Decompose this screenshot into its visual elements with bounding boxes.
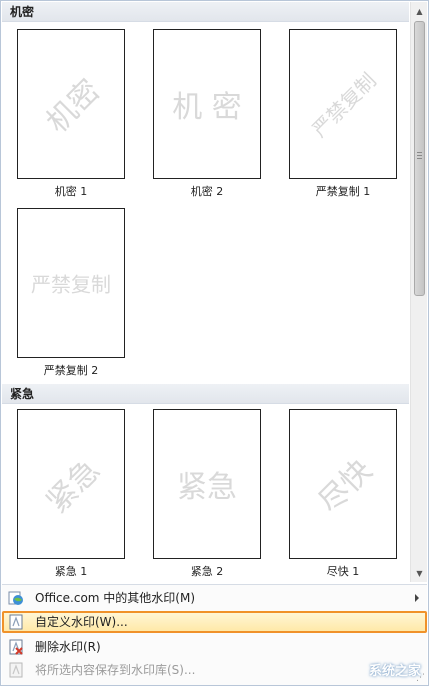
watermark-preview-text: 紧急: [39, 452, 108, 521]
watermark-thumb-urgent-1[interactable]: 紧急 紧急 1: [11, 409, 131, 578]
submenu-arrow-icon: [415, 594, 419, 602]
watermark-preview-text: 机 密: [172, 90, 242, 125]
watermark-gallery: 机密 机密 机密 1 机 密 机密 2 严禁复制 严禁复制 1 严禁复制 严禁复…: [2, 2, 409, 582]
scroll-up-arrow-icon[interactable]: ▲: [412, 3, 427, 20]
scroll-down-arrow-icon[interactable]: ▼: [412, 565, 427, 582]
resize-grip-icon[interactable]: ⋰: [416, 673, 425, 683]
watermark-preview-text: 机密: [39, 72, 108, 141]
thumb-caption: 紧急 2: [190, 565, 224, 578]
watermark-preview-text: 尽快: [311, 452, 380, 521]
thumb-page: 机 密: [153, 29, 261, 179]
grip-line: [417, 152, 422, 153]
thumb-caption: 严禁复制 2: [43, 364, 99, 377]
menu-item-office-more-watermarks[interactable]: Office.com 中的其他水印(M): [2, 587, 427, 609]
menu-item-custom-watermark[interactable]: 自定义水印(W)...: [2, 611, 427, 633]
thumb-caption: 严禁复制 1: [315, 185, 371, 198]
thumb-caption: 机密 2: [190, 185, 224, 198]
thumb-caption: 紧急 1: [54, 565, 88, 578]
site-watermark-logo: 系统之家: [368, 664, 421, 679]
grip-line: [417, 155, 422, 156]
menu-item-label: 删除水印(R): [35, 640, 101, 654]
watermark-preview-text: 严禁复制: [31, 272, 111, 297]
grip-line: [417, 158, 422, 159]
watermark-thumb-confidential-2[interactable]: 机 密 机密 2: [147, 29, 267, 198]
menu-item-save-selection-to-gallery[interactable]: 将所选内容保存到水印库(S)...: [2, 659, 427, 681]
menu-item-label: 将所选内容保存到水印库(S)...: [35, 663, 196, 677]
office-globe-icon: [8, 591, 23, 605]
thumb-page: 紧急: [153, 409, 261, 559]
menu-item-label: 自定义水印(W)...: [35, 615, 128, 629]
thumb-page: 机密: [17, 29, 125, 179]
gallery-scrollbar[interactable]: ▲ ▼: [410, 2, 427, 582]
watermark-thumb-asap-1[interactable]: 尽快 尽快 1: [283, 409, 403, 578]
scrollbar-thumb[interactable]: [414, 21, 425, 296]
thumb-caption: 尽快 1: [326, 565, 360, 578]
section-header-confidential: 机密: [2, 2, 409, 22]
watermark-thumb-confidential-1[interactable]: 机密 机密 1: [11, 29, 131, 198]
thumb-page: 尽快: [289, 409, 397, 559]
menu-item-label: Office.com 中的其他水印(M): [35, 591, 196, 605]
thumb-page: 严禁复制: [17, 208, 125, 358]
custom-watermark-icon: [9, 614, 23, 630]
menu-item-remove-watermark[interactable]: 删除水印(R): [2, 636, 427, 658]
watermark-thumb-urgent-2[interactable]: 紧急 紧急 2: [147, 409, 267, 578]
watermark-menu: Office.com 中的其他水印(M) 自定义水印(W)... 删除水印(R): [2, 584, 427, 685]
watermark-thumb-no-copy-2[interactable]: 严禁复制 严禁复制 2: [11, 208, 131, 377]
thumb-page: 紧急: [17, 409, 125, 559]
save-to-gallery-icon: [9, 662, 23, 678]
thumb-caption: 机密 1: [54, 185, 88, 198]
watermark-preview-text: 紧急: [177, 470, 237, 505]
thumb-page: 严禁复制: [289, 29, 397, 179]
watermark-thumb-no-copy-1[interactable]: 严禁复制 严禁复制 1: [283, 29, 403, 198]
watermark-gallery-dropdown: 机密 机密 机密 1 机 密 机密 2 严禁复制 严禁复制 1 严禁复制 严禁复…: [0, 0, 429, 686]
remove-watermark-icon: [9, 639, 23, 655]
watermark-preview-text: 严禁复制: [307, 68, 381, 142]
section-header-urgent: 紧急: [2, 384, 409, 404]
